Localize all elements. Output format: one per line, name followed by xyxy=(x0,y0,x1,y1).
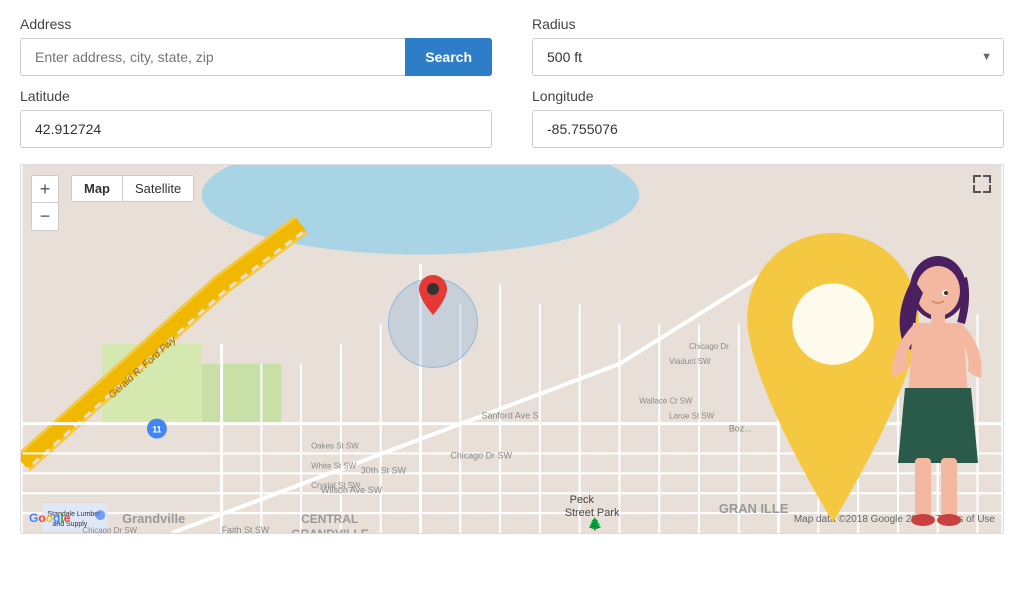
address-row: Search xyxy=(20,38,492,76)
svg-text:Chicago Dr SW: Chicago Dr SW xyxy=(82,526,137,533)
address-group: Address Search xyxy=(20,16,492,76)
svg-text:🌲: 🌲 xyxy=(588,517,603,531)
map-type-controls: Map Satellite xyxy=(71,175,194,202)
address-label: Address xyxy=(20,16,492,32)
google-logo: Google xyxy=(29,511,70,525)
map-type-satellite-button[interactable]: Satellite xyxy=(123,176,193,201)
character-figure xyxy=(873,233,1003,533)
svg-text:Chicago Dr SW: Chicago Dr SW xyxy=(450,450,512,460)
svg-text:Crystal St SW: Crystal St SW xyxy=(311,481,361,490)
latitude-group: Latitude xyxy=(20,88,492,148)
svg-text:Peck: Peck xyxy=(570,494,595,506)
svg-text:Grandville: Grandville xyxy=(122,511,185,526)
svg-text:CENTRAL: CENTRAL xyxy=(301,512,358,526)
svg-text:GRANDVILLE: GRANDVILLE xyxy=(291,527,369,533)
map-type-map-button[interactable]: Map xyxy=(72,176,123,201)
radius-group: Radius 100 ft 250 ft 500 ft 1000 ft 1 mi… xyxy=(532,16,1004,76)
radius-label: Radius xyxy=(532,16,1004,32)
zoom-in-button[interactable]: + xyxy=(31,175,59,203)
svg-text:Larue St SW: Larue St SW xyxy=(669,412,715,421)
svg-text:Faith St SW: Faith St SW xyxy=(222,525,270,533)
zoom-out-button[interactable]: − xyxy=(31,203,59,231)
longitude-label: Longitude xyxy=(532,88,1004,104)
longitude-input[interactable] xyxy=(532,110,1004,148)
lat-lng-section: Latitude Longitude xyxy=(20,88,1004,148)
zoom-controls: + − xyxy=(31,175,59,231)
map-container[interactable]: Gerald R. Ford Fwy Sanford Ave S Wilson … xyxy=(20,164,1004,534)
latitude-label: Latitude xyxy=(20,88,492,104)
longitude-group: Longitude xyxy=(532,88,1004,148)
svg-text:Sanford Ave S: Sanford Ave S xyxy=(482,411,539,421)
latitude-input[interactable] xyxy=(20,110,492,148)
address-input[interactable] xyxy=(20,38,405,76)
radius-wrapper: 100 ft 250 ft 500 ft 1000 ft 1 mile 5 mi… xyxy=(532,38,1004,76)
svg-text:Wallace Ct SW: Wallace Ct SW xyxy=(639,397,693,406)
svg-text:11: 11 xyxy=(152,425,161,435)
svg-text:White St SW: White St SW xyxy=(311,461,356,470)
svg-text:30th St SW: 30th St SW xyxy=(361,465,407,475)
expand-icon[interactable] xyxy=(973,175,993,195)
svg-text:Viaduct SW: Viaduct SW xyxy=(669,357,711,366)
map-pin xyxy=(419,275,447,320)
radius-select[interactable]: 100 ft 250 ft 500 ft 1000 ft 1 mile 5 mi… xyxy=(532,38,1004,76)
svg-text:Oakes St SW: Oakes St SW xyxy=(311,441,359,450)
search-button[interactable]: Search xyxy=(405,38,492,76)
